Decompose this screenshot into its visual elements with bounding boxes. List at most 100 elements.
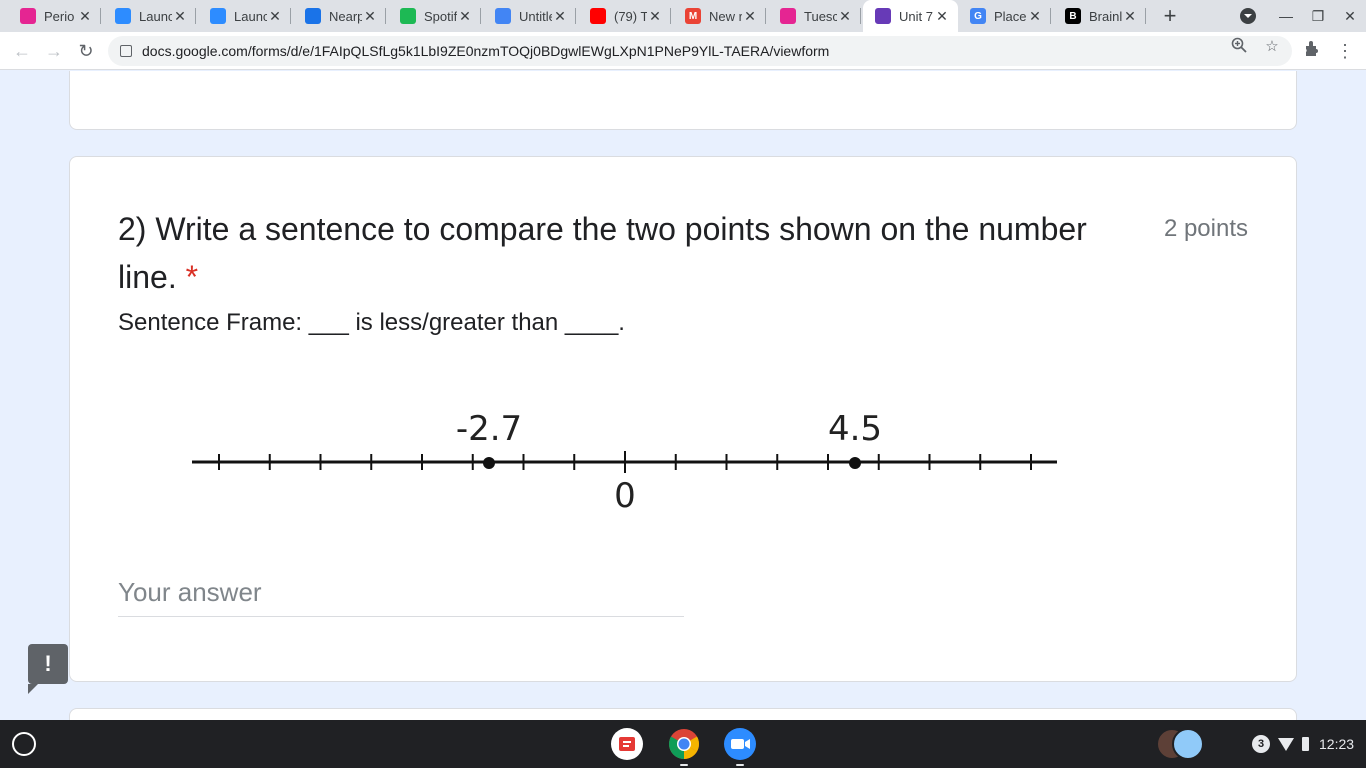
tab-4[interactable]: Nearp ✕ — [293, 0, 386, 32]
screencastify-icon[interactable] — [611, 728, 643, 760]
zoom-icon — [210, 8, 226, 24]
forms-icon — [875, 8, 891, 24]
wifi-icon — [1278, 737, 1294, 751]
tab-separator — [575, 8, 576, 24]
zoom-icon[interactable] — [1229, 37, 1249, 57]
classroom-icon — [780, 8, 796, 24]
point-dot — [849, 457, 861, 469]
tab-title: Tuesc — [804, 8, 837, 24]
tab-search-icon[interactable] — [1238, 6, 1258, 26]
battery-icon — [1302, 737, 1309, 751]
zoom-running-indicator — [736, 764, 744, 766]
close-tab-icon[interactable]: ✕ — [837, 8, 853, 25]
site-info-icon[interactable] — [120, 45, 132, 57]
tab-separator — [860, 8, 861, 24]
close-tab-icon[interactable]: ✕ — [1027, 8, 1043, 25]
nearpod-icon — [305, 8, 321, 24]
close-tab-icon[interactable]: ✕ — [77, 8, 93, 25]
form-page: 2) Write a sentence to compare the two p… — [0, 71, 1366, 720]
youtube-icon — [590, 8, 606, 24]
previous-question-card — [69, 71, 1297, 130]
tab-title: Spotif — [424, 8, 457, 24]
tab-strip: + — ❐ ✕ Perio ✕ Launc ✕ Launc ✕ Nearp ✕ Spotif ✕ U… — [0, 0, 1366, 32]
chrome-icon[interactable] — [668, 728, 700, 760]
classroom-icon — [20, 8, 36, 24]
tab-separator — [480, 8, 481, 24]
tab-2[interactable]: Launc ✕ — [103, 0, 196, 32]
tab-separator — [100, 8, 101, 24]
tab-7[interactable]: (79) T ✕ — [578, 0, 671, 32]
tab-3[interactable]: Launc ✕ — [198, 0, 291, 32]
close-tab-icon[interactable]: ✕ — [267, 8, 283, 25]
required-marker: * — [185, 259, 199, 295]
tab-title: Unit 7 — [899, 8, 933, 24]
close-tab-icon[interactable]: ✕ — [552, 8, 568, 25]
report-feedback-icon[interactable]: ! — [28, 644, 68, 694]
tab-separator — [670, 8, 671, 24]
spotify-icon — [400, 8, 416, 24]
clock: 12:23 — [1319, 736, 1355, 752]
point-label: 4.5 — [828, 409, 882, 449]
brainly-icon: B — [1065, 8, 1081, 24]
forward-button[interactable]: → — [42, 39, 66, 63]
tab-1[interactable]: Perio ✕ — [8, 0, 101, 32]
address-bar[interactable]: docs.google.com/forms/d/e/1FAIpQLSfLg5k1… — [108, 36, 1292, 66]
avatar — [1172, 728, 1204, 760]
browser-toolbar: ← → ↻ docs.google.com/forms/d/e/1FAIpQLS… — [0, 32, 1366, 70]
tab-title: Launc — [234, 8, 267, 24]
question-text: 2) Write a sentence to compare the two p… — [118, 211, 1087, 295]
tab-8[interactable]: M New r ✕ — [673, 0, 766, 32]
close-tab-icon[interactable]: ✕ — [647, 8, 663, 25]
question-title: 2) Write a sentence to compare the two p… — [118, 205, 1128, 301]
chrome-running-indicator — [680, 764, 688, 766]
gmail-icon: M — [685, 8, 701, 24]
restore-icon[interactable]: ❐ — [1308, 6, 1328, 26]
zoom-icon — [115, 8, 131, 24]
tab-title: Place — [994, 8, 1027, 24]
tab-10[interactable]: Unit 7 ✕ — [863, 0, 958, 32]
tab-title: Brainl — [1089, 8, 1122, 24]
tab-title: Launc — [139, 8, 172, 24]
google-icon: G — [970, 8, 986, 24]
question-description: Sentence Frame: ___ is less/greater than… — [118, 309, 625, 336]
close-tab-icon[interactable]: ✕ — [1122, 8, 1138, 25]
answer-input[interactable] — [118, 569, 684, 617]
launcher-icon[interactable] — [12, 732, 36, 756]
close-window-icon[interactable]: ✕ — [1340, 6, 1360, 26]
tab-separator — [385, 8, 386, 24]
tab-9[interactable]: Tuesc ✕ — [768, 0, 861, 32]
zoom-app-icon[interactable] — [724, 728, 756, 760]
status-tray[interactable]: 3 12:23 — [1156, 726, 1360, 762]
number-line-image: 0 -2.7 4.5 — [192, 409, 1057, 516]
point-label: -2.7 — [456, 409, 522, 449]
close-tab-icon[interactable]: ✕ — [742, 8, 758, 25]
tab-separator — [1050, 8, 1051, 24]
close-tab-icon[interactable]: ✕ — [457, 8, 473, 25]
tab-title: New r — [709, 8, 742, 24]
notification-count-badge: 3 — [1252, 735, 1270, 753]
close-tab-icon[interactable]: ✕ — [172, 8, 188, 25]
bookmark-star-icon[interactable]: ☆ — [1262, 37, 1282, 57]
tab-separator — [290, 8, 291, 24]
tab-6[interactable]: Untitle✕ — [483, 0, 576, 32]
tab-12[interactable]: B Brainl ✕ — [1053, 0, 1146, 32]
next-question-card — [69, 708, 1297, 720]
zero-label: 0 — [614, 476, 636, 516]
close-tab-icon[interactable]: ✕ — [362, 8, 378, 25]
os-shelf: 3 12:23 — [0, 720, 1366, 768]
point-dot — [483, 457, 495, 469]
user-avatars — [1156, 728, 1204, 760]
new-tab-button[interactable]: + — [1158, 4, 1182, 28]
extensions-icon[interactable] — [1300, 39, 1324, 63]
tab-5[interactable]: Spotif ✕ — [388, 0, 481, 32]
reload-button[interactable]: ↻ — [74, 39, 98, 63]
close-tab-icon[interactable]: ✕ — [934, 8, 950, 25]
tab-title: Nearp — [329, 8, 362, 24]
tab-separator — [765, 8, 766, 24]
tab-separator — [1145, 8, 1146, 24]
menu-icon[interactable]: ⋮ — [1333, 39, 1357, 63]
back-button[interactable]: ← — [10, 39, 34, 63]
tab-11[interactable]: G Place ✕ — [958, 0, 1051, 32]
minimize-icon[interactable]: — — [1276, 6, 1296, 26]
question-points: 2 points — [1163, 215, 1248, 242]
